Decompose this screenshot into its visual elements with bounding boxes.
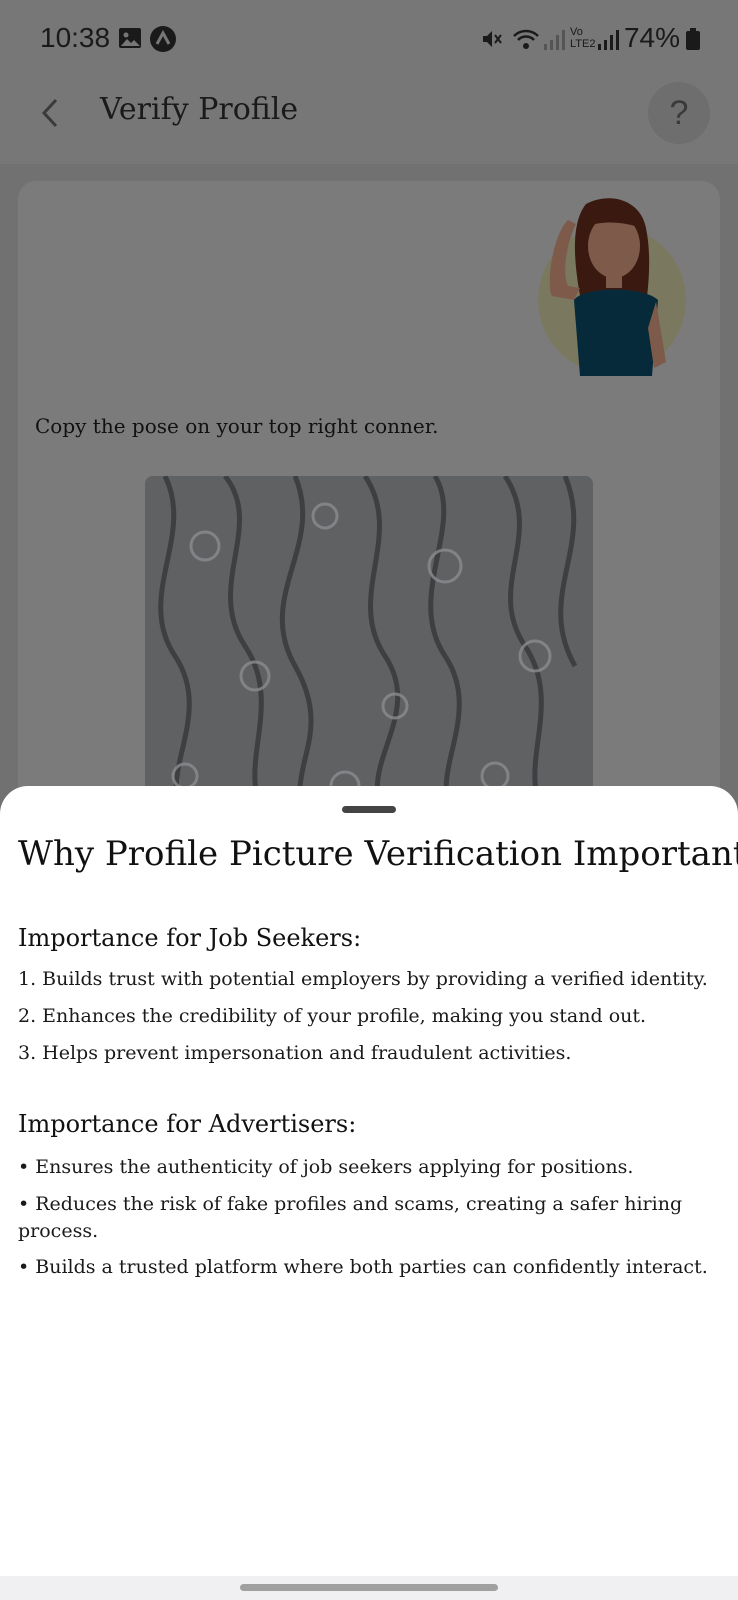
status-bar: 10:38 Vo LTE2 74% (0, 0, 738, 80)
wifi-icon (512, 27, 540, 56)
advertisers-item: • Ensures the authenticity of job seeker… (18, 1156, 634, 1178)
camera-preview (145, 476, 593, 816)
advertisers-item: • Builds a trusted platform where both p… (18, 1256, 708, 1278)
page-title: Verify Profile (100, 92, 299, 127)
advertisers-item: • Reduces the risk of fake profiles and … (18, 1193, 683, 1242)
battery-percent: 74% (623, 22, 680, 53)
job-seekers-item: 1. Builds trust with potential employers… (18, 968, 708, 990)
drag-handle[interactable] (342, 806, 396, 813)
sheet-title: Why Profile Picture Verification Importa… (18, 834, 738, 874)
system-nav-bar (0, 1576, 738, 1600)
home-indicator[interactable] (240, 1584, 498, 1591)
signal-icon (598, 30, 620, 55)
mute-icon (480, 27, 504, 56)
pose-instruction: Copy the pose on your top right conner. (35, 414, 439, 438)
help-button[interactable]: ? (648, 82, 710, 144)
back-arrow-icon (41, 98, 58, 128)
info-bottom-sheet: Why Profile Picture Verification Importa… (0, 786, 738, 1576)
signal-icon (544, 30, 566, 55)
pose-illustration (528, 196, 694, 376)
advertisers-heading: Importance for Advertisers: (18, 1110, 357, 1138)
gallery-icon (118, 26, 142, 55)
job-seekers-item: 3. Helps prevent impersonation and fraud… (18, 1042, 572, 1064)
battery-icon (686, 28, 700, 55)
job-seekers-heading: Importance for Job Seekers: (18, 924, 362, 952)
back-button[interactable] (36, 96, 66, 142)
job-seekers-item: 2. Enhances the credibility of your prof… (18, 1005, 647, 1027)
status-time: 10:38 (40, 22, 111, 53)
app-notification-icon (150, 26, 176, 57)
volte-icon: Vo LTE2 (570, 26, 596, 50)
